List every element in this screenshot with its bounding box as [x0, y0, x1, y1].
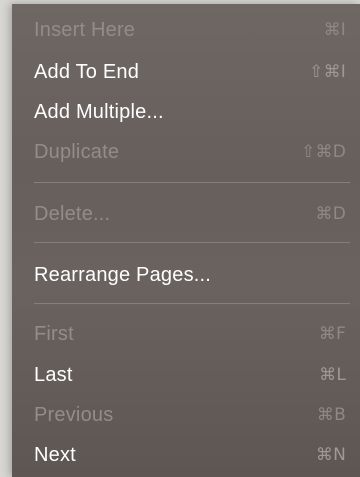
- menu-separator: [34, 242, 350, 243]
- menu-item-last[interactable]: Last ⌘L: [12, 355, 360, 395]
- menu-item-shortcut: ⌘F: [318, 324, 346, 344]
- menu-item-label: First: [34, 322, 74, 345]
- menu-item-add-to-end[interactable]: Add To End ⇧⌘I: [12, 52, 360, 92]
- menu-item-first: First ⌘F: [12, 314, 360, 354]
- menu-item-delete: Delete... ⌘D: [12, 194, 360, 234]
- menu-item-add-multiple[interactable]: Add Multiple...: [12, 92, 360, 132]
- menu-item-label: Insert Here: [34, 18, 136, 41]
- menu-item-shortcut: ⇧⌘I: [309, 62, 346, 82]
- menu-item-shortcut: ⇧⌘D: [301, 142, 346, 162]
- menu-separator: [34, 182, 350, 183]
- menu-item-shortcut: ⌘N: [315, 445, 346, 465]
- menu-item-label: Duplicate: [34, 140, 120, 163]
- menu-item-label: Add To End: [34, 60, 140, 83]
- menu-item-label: Previous: [34, 403, 114, 426]
- menu-item-shortcut: ⌘L: [319, 365, 346, 385]
- menu-separator: [34, 303, 350, 304]
- menu-item-shortcut: ⌘I: [323, 20, 346, 40]
- menu-item-insert-here: Insert Here ⌘I: [12, 10, 360, 50]
- menu-item-duplicate: Duplicate ⇧⌘D: [12, 132, 360, 172]
- menu-item-label: Last: [34, 363, 73, 386]
- page-menu: Insert Here ⌘I Add To End ⇧⌘I Add Multip…: [12, 4, 360, 477]
- menu-item-label: Rearrange Pages...: [34, 263, 212, 286]
- menu-item-label: Add Multiple...: [34, 100, 164, 123]
- menu-item-shortcut: ⌘D: [315, 204, 346, 224]
- menu-item-rearrange-pages[interactable]: Rearrange Pages...: [12, 255, 360, 295]
- menu-item-label: Delete...: [34, 202, 111, 225]
- menu-item-previous: Previous ⌘B: [12, 395, 360, 435]
- menu-item-label: Next: [34, 443, 76, 466]
- menu-item-shortcut: ⌘B: [316, 405, 346, 425]
- menu-item-next[interactable]: Next ⌘N: [12, 435, 360, 475]
